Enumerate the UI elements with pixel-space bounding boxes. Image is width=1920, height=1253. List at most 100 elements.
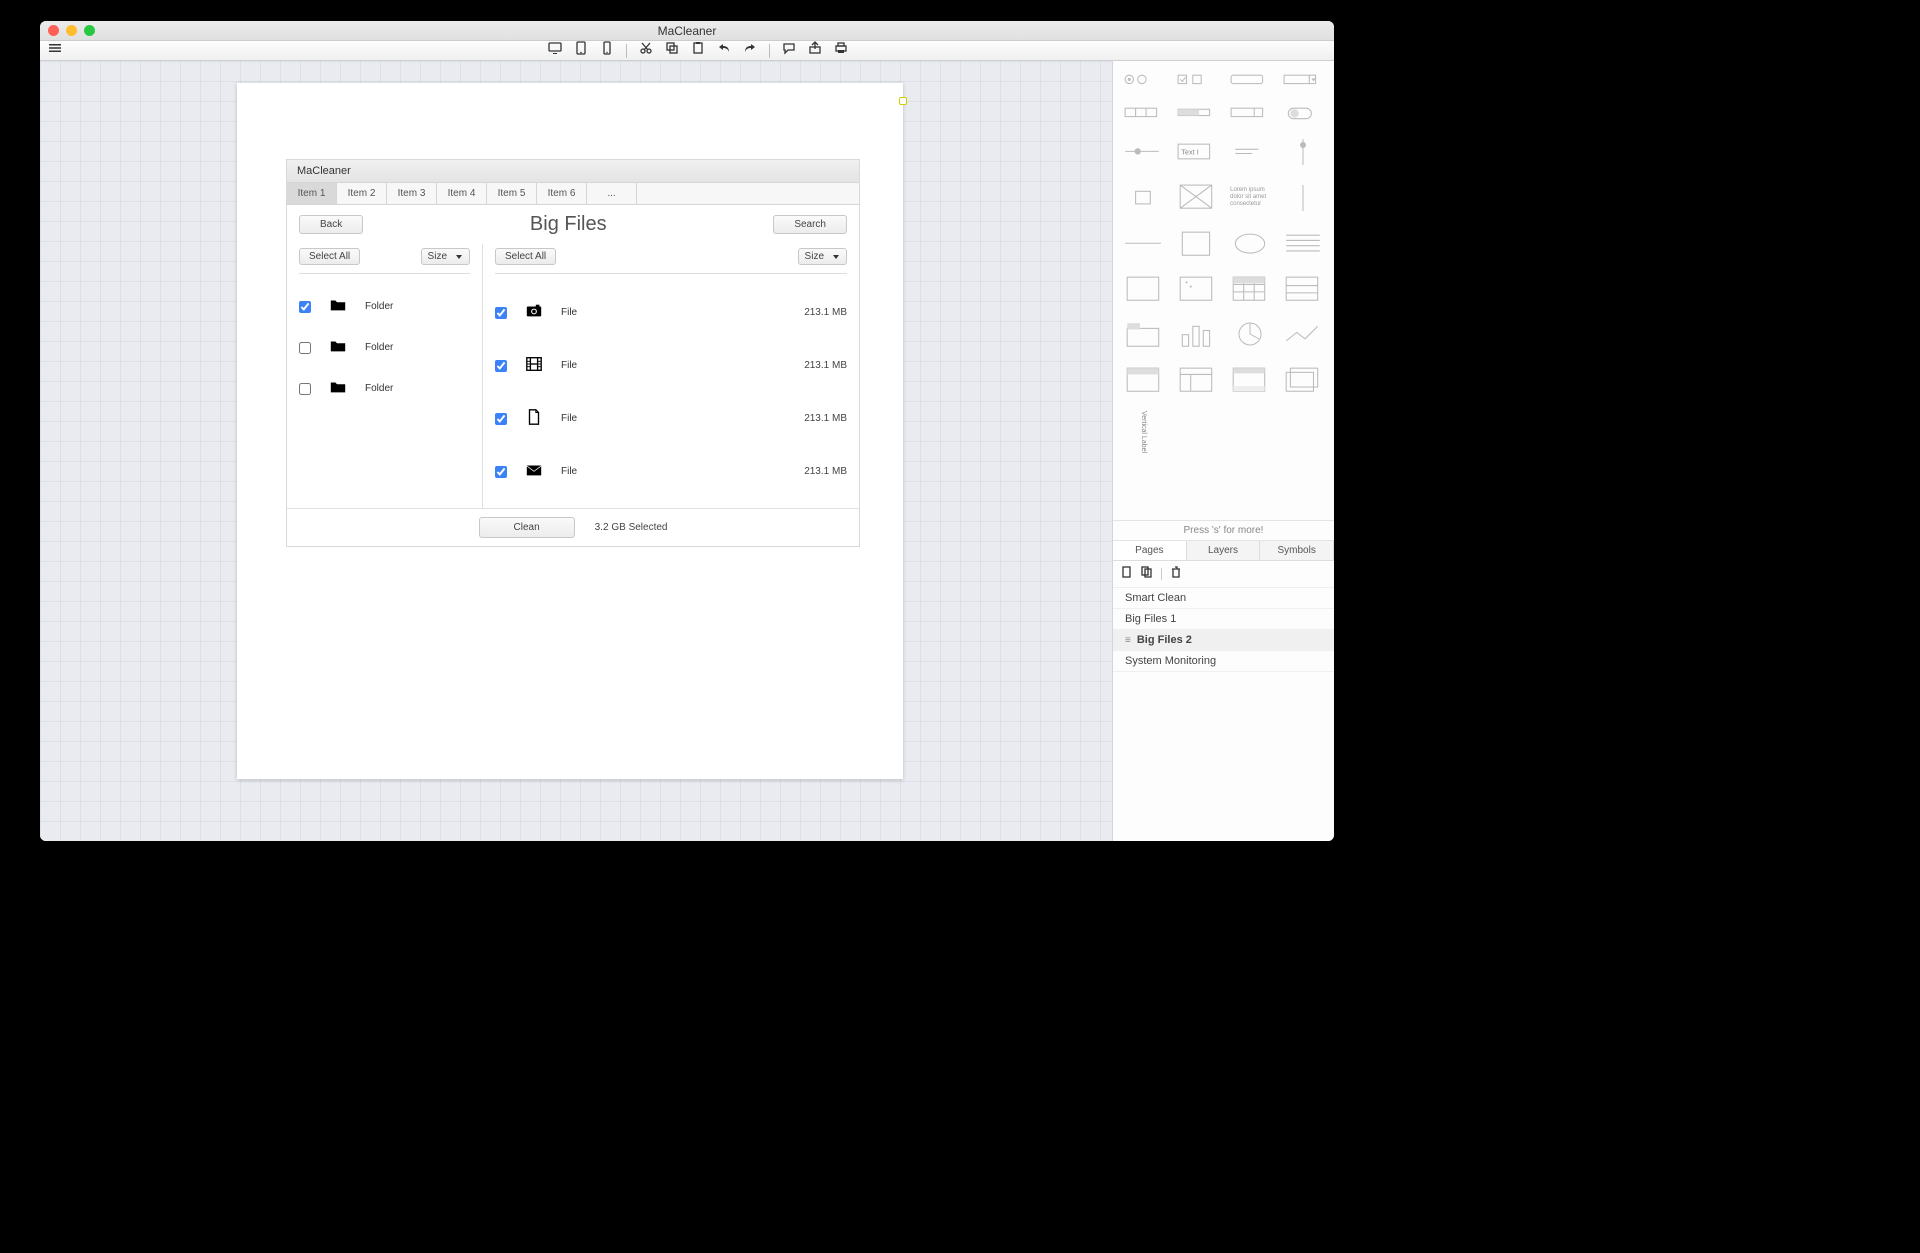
page-row[interactable]: System Monitoring: [1113, 651, 1334, 672]
folder-icon: [329, 378, 347, 399]
folder-row[interactable]: Folder: [299, 368, 470, 409]
palette-ellipse-icon[interactable]: [1228, 229, 1273, 258]
copy-icon[interactable]: [665, 41, 679, 60]
clean-button[interactable]: Clean: [479, 517, 575, 538]
tablet-icon[interactable]: [574, 41, 588, 60]
delete-page-icon[interactable]: [1170, 565, 1182, 583]
palette-window-icon[interactable]: [1121, 365, 1166, 394]
tab-item-1[interactable]: Item 1: [287, 183, 337, 204]
folder-checkbox[interactable]: [299, 383, 311, 395]
palette-table-icon[interactable]: [1228, 274, 1273, 303]
file-checkbox[interactable]: [495, 466, 507, 478]
palette-vertical-label-icon[interactable]: Vertical Label: [1121, 411, 1166, 453]
svg-text:Text I: Text I: [1181, 148, 1199, 157]
palette-piechart-icon[interactable]: [1228, 319, 1273, 349]
palette-hline-icon[interactable]: [1121, 229, 1166, 258]
palette-headerview-icon[interactable]: [1228, 365, 1273, 394]
file-checkbox[interactable]: [495, 307, 507, 319]
palette-lines-icon[interactable]: [1281, 229, 1326, 258]
folder-row[interactable]: Folder: [299, 327, 470, 368]
minimize-window-button[interactable]: [66, 25, 77, 36]
file-checkbox[interactable]: [495, 360, 507, 372]
folder-size-dropdown[interactable]: Size: [421, 248, 470, 265]
file-label: File: [561, 307, 577, 318]
palette-paragraph-icon[interactable]: Lorem ipsum dolor sit amet consectetur: [1228, 183, 1273, 213]
close-window-button[interactable]: [48, 25, 59, 36]
tab-item-4[interactable]: Item 4: [437, 183, 487, 204]
share-icon[interactable]: [808, 41, 822, 60]
file-row[interactable]: File213.1 MB: [495, 286, 847, 339]
palette-label-icon[interactable]: [1228, 137, 1273, 167]
artboard-resize-handle[interactable]: [899, 97, 907, 105]
canvas-workspace[interactable]: MaCleaner Item 1 Item 2 Item 3 Item 4 It…: [40, 61, 1112, 841]
palette-dots-icon[interactable]: [1174, 274, 1219, 303]
tab-item-2[interactable]: Item 2: [337, 183, 387, 204]
tab-item-5[interactable]: Item 5: [487, 183, 537, 204]
panel-tab-pages[interactable]: Pages: [1113, 541, 1187, 560]
palette-progress-icon[interactable]: [1174, 104, 1219, 121]
undo-icon[interactable]: [717, 41, 731, 60]
file-row[interactable]: File213.1 MB: [495, 339, 847, 392]
palette-combobox-icon[interactable]: [1281, 71, 1326, 88]
palette-tabview-icon[interactable]: [1121, 319, 1166, 349]
panel-tab-symbols[interactable]: Symbols: [1260, 541, 1334, 560]
toolbar: [40, 41, 1334, 61]
page-row[interactable]: ≡Big Files 2: [1113, 630, 1334, 651]
tab-item-more[interactable]: ...: [587, 183, 637, 204]
tab-item-6[interactable]: Item 6: [537, 183, 587, 204]
file-row[interactable]: File213.1 MB: [495, 445, 847, 498]
palette-checkbox-icon[interactable]: [1174, 71, 1219, 88]
right-panel: Text I Lorem ipsum dolor sit amet consec…: [1112, 61, 1334, 841]
palette-button-icon[interactable]: [1228, 71, 1273, 88]
palette-linechart-icon[interactable]: [1281, 319, 1326, 349]
palette-textfield-icon[interactable]: Text I: [1174, 137, 1219, 167]
desktop-icon[interactable]: [548, 41, 562, 60]
palette-vslider-icon[interactable]: [1281, 137, 1326, 167]
palette-radio-icon[interactable]: [1121, 71, 1166, 88]
palette-rect-icon[interactable]: [1174, 229, 1219, 258]
new-page-icon[interactable]: [1121, 565, 1133, 583]
paste-icon[interactable]: [691, 41, 705, 60]
redo-icon[interactable]: [743, 41, 757, 60]
file-checkbox[interactable]: [495, 413, 507, 425]
search-button[interactable]: Search: [773, 215, 847, 234]
folder-checkbox[interactable]: [299, 342, 311, 354]
palette-smallrect-icon[interactable]: [1121, 183, 1166, 213]
cut-icon[interactable]: [639, 41, 653, 60]
print-icon[interactable]: [834, 41, 848, 60]
palette-stepper-icon[interactable]: [1228, 104, 1273, 121]
camera-icon: [525, 302, 543, 323]
palette-panel-icon[interactable]: [1121, 274, 1166, 303]
comment-icon[interactable]: [782, 41, 796, 60]
select-all-folders-button[interactable]: Select All: [299, 248, 360, 265]
phone-icon[interactable]: [600, 41, 614, 60]
palette-vline-icon[interactable]: [1281, 183, 1326, 213]
file-size-dropdown[interactable]: Size: [798, 248, 847, 265]
tab-item-3[interactable]: Item 3: [387, 183, 437, 204]
palette-segmented-icon[interactable]: [1121, 104, 1166, 121]
file-label: File: [561, 466, 577, 477]
palette-rowtable-icon[interactable]: [1281, 274, 1326, 303]
palette-toggle-icon[interactable]: [1281, 104, 1326, 121]
palette-splitview-icon[interactable]: [1174, 365, 1219, 394]
file-row[interactable]: File213.1 MB: [495, 392, 847, 445]
file-label: File: [561, 360, 577, 371]
back-button[interactable]: Back: [299, 215, 363, 234]
duplicate-page-icon[interactable]: [1141, 565, 1153, 583]
folder-row[interactable]: Folder: [299, 286, 470, 327]
panel-tabs: Pages Layers Symbols: [1113, 541, 1334, 561]
page-row[interactable]: Smart Clean: [1113, 588, 1334, 609]
zoom-window-button[interactable]: [84, 25, 95, 36]
menu-icon[interactable]: [48, 41, 62, 60]
panel-tab-layers[interactable]: Layers: [1187, 541, 1261, 560]
select-all-files-button[interactable]: Select All: [495, 248, 556, 265]
artboard[interactable]: MaCleaner Item 1 Item 2 Item 3 Item 4 It…: [237, 83, 903, 779]
page-row[interactable]: Big Files 1: [1113, 609, 1334, 630]
palette-barchart-icon[interactable]: [1174, 319, 1219, 349]
palette-slider-icon[interactable]: [1121, 137, 1166, 167]
folder-checkbox[interactable]: [299, 301, 311, 313]
mockup-window[interactable]: MaCleaner Item 1 Item 2 Item 3 Item 4 It…: [286, 159, 860, 547]
drag-handle-icon[interactable]: ≡: [1125, 635, 1131, 646]
palette-image-icon[interactable]: [1174, 183, 1219, 213]
palette-stack-icon[interactable]: [1281, 365, 1326, 394]
